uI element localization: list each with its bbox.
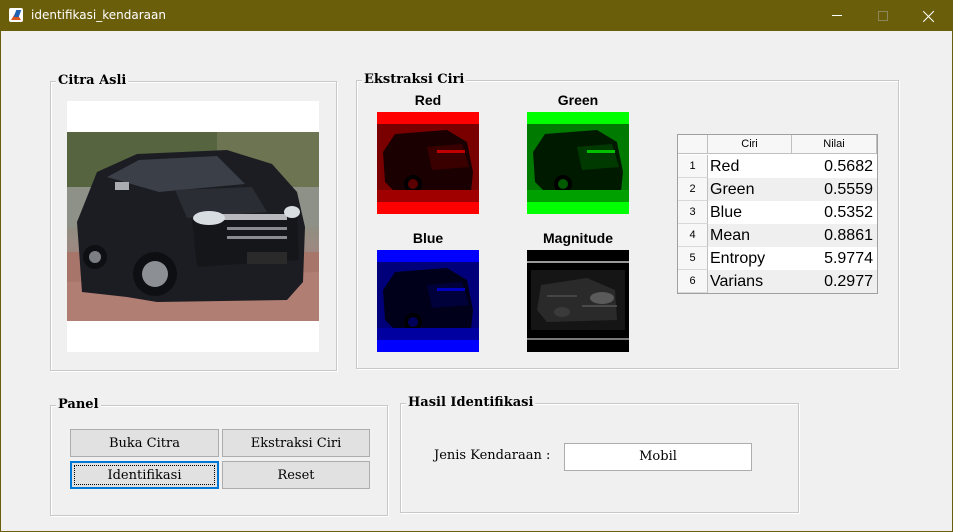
title-bar: identifikasi_kendaraan [0,0,953,31]
citra-asli-title: Citra Asli [56,73,129,88]
column-header-nilai[interactable]: Nilai [792,135,877,154]
table-row[interactable]: 1 Red 0.5682 [678,155,877,178]
table-corner-cell [678,135,708,154]
cell-nilai[interactable]: 5.9774 [793,247,875,270]
cell-nilai[interactable]: 0.5559 [793,178,875,201]
table-row[interactable]: 3 Blue 0.5352 [678,201,877,224]
reset-button[interactable]: Reset [222,461,370,489]
table-row[interactable]: 4 Mean 0.8861 [678,224,877,247]
cell-ciri[interactable]: Green [709,178,793,201]
original-image-axes [67,101,319,352]
column-header-ciri[interactable]: Ciri [708,135,792,154]
green-channel-label: Green [557,92,599,108]
minimize-button[interactable] [814,0,860,31]
row-index: 4 [678,224,708,247]
ekstraksi-ciri-button[interactable]: Ekstraksi Ciri [222,429,370,457]
cell-nilai[interactable]: 0.5352 [793,201,875,224]
window-title: identifikasi_kendaraan [31,8,166,22]
cell-ciri[interactable]: Entropy [709,247,793,270]
table-row[interactable]: 6 Varians 0.2977 [678,270,877,293]
matlab-app-icon [9,8,23,22]
ekstraksi-ciri-title: Ekstraksi Ciri [362,72,467,87]
cell-ciri[interactable]: Red [709,155,793,178]
close-button[interactable] [906,0,952,31]
close-icon [923,10,935,22]
row-index: 2 [678,178,708,201]
cell-nilai[interactable]: 0.5682 [793,155,875,178]
jenis-kendaraan-field[interactable]: Mobil [564,443,752,471]
row-index: 3 [678,201,708,224]
cell-nilai[interactable]: 0.8861 [793,224,875,247]
blue-channel-image [377,250,479,352]
row-index: 5 [678,247,708,270]
maximize-icon [878,10,888,21]
jenis-kendaraan-label: Jenis Kendaraan : [434,448,551,463]
minimize-icon [832,15,842,16]
window-frame-left [0,31,1,532]
hasil-identifikasi-title: Hasil Identifikasi [406,395,536,410]
row-index: 6 [678,270,708,293]
cell-ciri[interactable]: Varians [709,270,793,293]
cell-ciri[interactable]: Blue [709,201,793,224]
green-channel-image [527,112,629,214]
red-channel-label: Red [414,92,442,108]
buka-citra-button[interactable]: Buka Citra [70,429,219,457]
table-row[interactable]: 2 Green 0.5559 [678,178,877,201]
identifikasi-button[interactable]: Identifikasi [70,461,219,489]
maximize-button[interactable] [860,0,906,31]
car-photo [67,132,319,321]
cell-nilai[interactable]: 0.2977 [793,270,875,293]
magnitude-label: Magnitude [543,230,613,246]
ciri-table[interactable]: Ciri Nilai 1 Red 0.5682 2 Green 0.5559 3… [677,134,878,294]
magnitude-image [527,250,629,352]
red-channel-image [377,112,479,214]
blue-channel-label: Blue [412,230,444,246]
table-header: Ciri Nilai [678,135,877,154]
panel-title: Panel [56,397,101,412]
row-index: 1 [678,155,708,178]
cell-ciri[interactable]: Mean [709,224,793,247]
table-row[interactable]: 5 Entropy 5.9774 [678,247,877,270]
